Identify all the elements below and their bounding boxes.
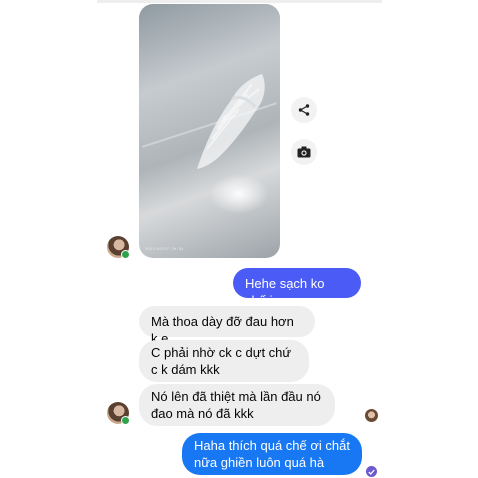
light-glare: [209, 174, 269, 214]
online-indicator: [121, 250, 130, 259]
sender-avatar[interactable]: [107, 402, 130, 425]
message-bubble-outgoing[interactable]: Hehe sạch ko chế iu: [233, 268, 361, 308]
shared-photo[interactable]: 2021/03/07 20:34: [139, 4, 280, 258]
sent-status: [366, 466, 377, 477]
online-indicator: [121, 416, 130, 425]
top-divider: [97, 0, 382, 3]
sender-avatar[interactable]: [107, 236, 130, 259]
share-button[interactable]: [291, 97, 317, 123]
camera-icon: [297, 146, 311, 158]
message-bubble-incoming[interactable]: Nó lên đã thiệt mà lần đầu nó đao mà nó …: [139, 384, 335, 426]
message-bubble-incoming[interactable]: C phải nhờ ck c dựt chứ c k dám kkk: [139, 340, 309, 382]
seen-avatar: [365, 409, 378, 422]
photo-timestamp: 2021/03/07 20:34: [145, 248, 184, 252]
camera-button[interactable]: [291, 139, 317, 165]
mop-image: [197, 74, 265, 169]
message-bubble-outgoing[interactable]: Haha thích quá chế ơi chắt nữa ghiền luô…: [182, 433, 362, 475]
share-icon: [298, 104, 310, 116]
check-icon: [368, 469, 375, 475]
message-bubble-incoming[interactable]: Mà thoa dày đỡ đau hơn k e: [139, 306, 315, 346]
